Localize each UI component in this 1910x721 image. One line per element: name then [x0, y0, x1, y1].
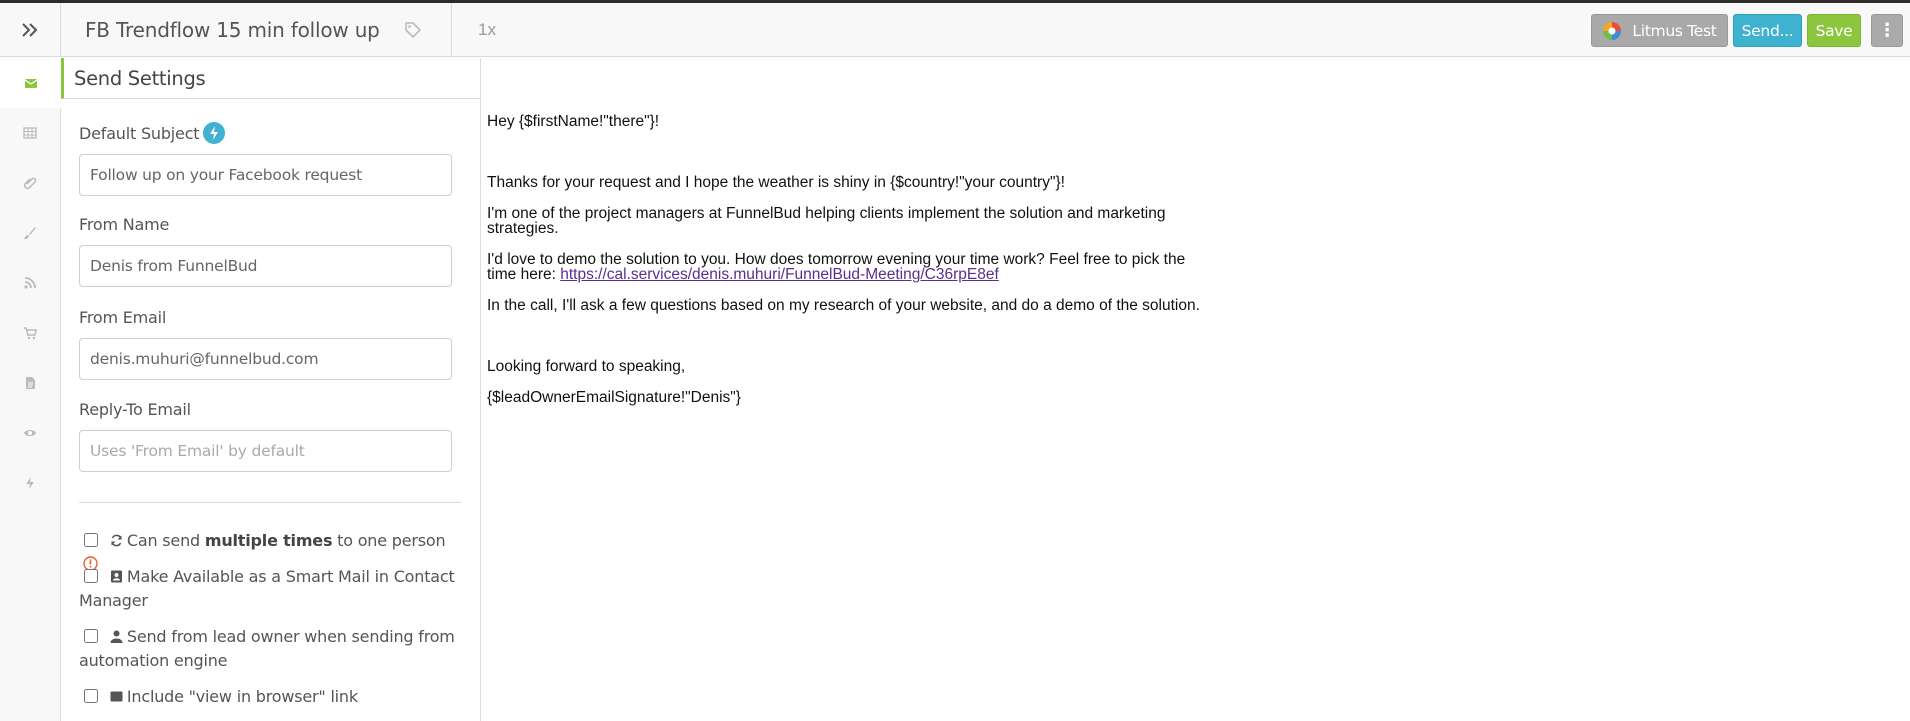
bolt-icon: [26, 477, 34, 489]
send-settings-panel: Send Settings Default Subject From Name …: [61, 58, 481, 721]
rss-icon: [24, 277, 36, 289]
subject-input[interactable]: [79, 154, 452, 196]
refresh-icon: [111, 534, 122, 547]
contact-card-icon: [110, 570, 122, 583]
lead-owner-checkbox[interactable]: [84, 629, 98, 643]
view-browser-checkbox[interactable]: [84, 689, 98, 703]
email-paragraph-3: I'd love to demo the solution to you. Ho…: [487, 252, 1207, 283]
email-closing: Looking forward to speaking,: [487, 358, 686, 375]
email-paragraph-4: In the call, I'll ask a few questions ba…: [487, 297, 1200, 314]
rail-attachments[interactable]: [0, 158, 60, 208]
save-button[interactable]: Save: [1807, 14, 1861, 47]
brush-icon: [24, 227, 36, 239]
from-email-input[interactable]: [79, 338, 452, 380]
document-icon: [26, 377, 35, 389]
cart-icon: [24, 327, 37, 340]
table-icon: [23, 127, 37, 139]
panel-header: Send Settings: [61, 58, 481, 99]
title-area: FB Trendflow 15 min follow up: [62, 3, 452, 57]
smart-mail-checkbox[interactable]: [84, 569, 98, 583]
subject-label: Default Subject: [79, 122, 226, 144]
user-icon: [110, 630, 123, 643]
reply-to-input[interactable]: [79, 430, 452, 472]
panel-divider: [79, 502, 461, 503]
envelope-icon: [24, 79, 37, 88]
email-greeting: Hey {$firstName!"there"}!: [487, 113, 660, 130]
lead-owner-label: Send from lead owner when sending from a…: [79, 627, 455, 670]
send-button[interactable]: Send...: [1733, 14, 1802, 47]
view-browser-option: Include "view in browser" link: [79, 685, 459, 709]
rail-layout[interactable]: [0, 108, 60, 158]
from-email-label: From Email: [79, 308, 167, 327]
rail-rss[interactable]: [0, 258, 60, 308]
eye-icon: [24, 430, 36, 436]
from-name-input[interactable]: [79, 245, 452, 287]
rail-document[interactable]: [0, 358, 60, 408]
paperclip-icon: [23, 177, 37, 190]
subject-label-text: Default Subject: [79, 123, 200, 143]
personalize-bolt-icon[interactable]: [203, 122, 226, 144]
multiple-times-pre: Can send: [126, 531, 205, 550]
browser-window-icon: [110, 691, 123, 702]
email-paragraph-2: I'm one of the project managers at Funne…: [487, 205, 1166, 237]
expand-sidebar-button[interactable]: [0, 3, 61, 57]
lead-owner-option: Send from lead owner when sending from a…: [79, 625, 459, 673]
tool-rail: [0, 58, 61, 721]
panel-title: Send Settings: [74, 66, 206, 90]
litmus-logo-icon: [1603, 21, 1622, 40]
view-browser-label: Include "view in browser" link: [126, 687, 358, 706]
litmus-test-button[interactable]: Litmus Test: [1591, 14, 1728, 47]
email-paragraph-1: Thanks for your request and I hope the w…: [487, 174, 1065, 191]
double-chevron-right-icon: [22, 23, 38, 37]
multiple-times-post: to one person: [332, 531, 446, 550]
page-title[interactable]: FB Trendflow 15 min follow up: [85, 18, 380, 42]
smart-mail-label: Make Available as a Smart Mail in Contac…: [79, 567, 455, 610]
smart-mail-option: Make Available as a Smart Mail in Contac…: [79, 565, 459, 613]
from-name-label: From Name: [79, 215, 170, 234]
reply-to-label: Reply-To Email: [79, 400, 191, 419]
rail-automation[interactable]: [0, 458, 60, 508]
rail-preview[interactable]: [0, 408, 60, 458]
litmus-test-label: Litmus Test: [1632, 21, 1717, 40]
editor-header: FB Trendflow 15 min follow up 1x Litmus …: [0, 3, 1910, 57]
tag-icon[interactable]: [404, 21, 422, 39]
rail-send-settings[interactable]: [0, 58, 61, 108]
email-signature: {$leadOwnerEmailSignature!"Denis"}: [487, 389, 741, 406]
calendar-link[interactable]: https://cal.services/denis.muhuri/Funnel…: [560, 266, 999, 283]
send-count: 1x: [478, 20, 496, 39]
multiple-times-bold: multiple times: [204, 531, 333, 550]
multiple-times-checkbox[interactable]: [84, 533, 98, 547]
rail-products[interactable]: [0, 308, 60, 358]
rail-design[interactable]: [0, 208, 60, 258]
more-options-button[interactable]: ⋮: [1871, 14, 1903, 47]
